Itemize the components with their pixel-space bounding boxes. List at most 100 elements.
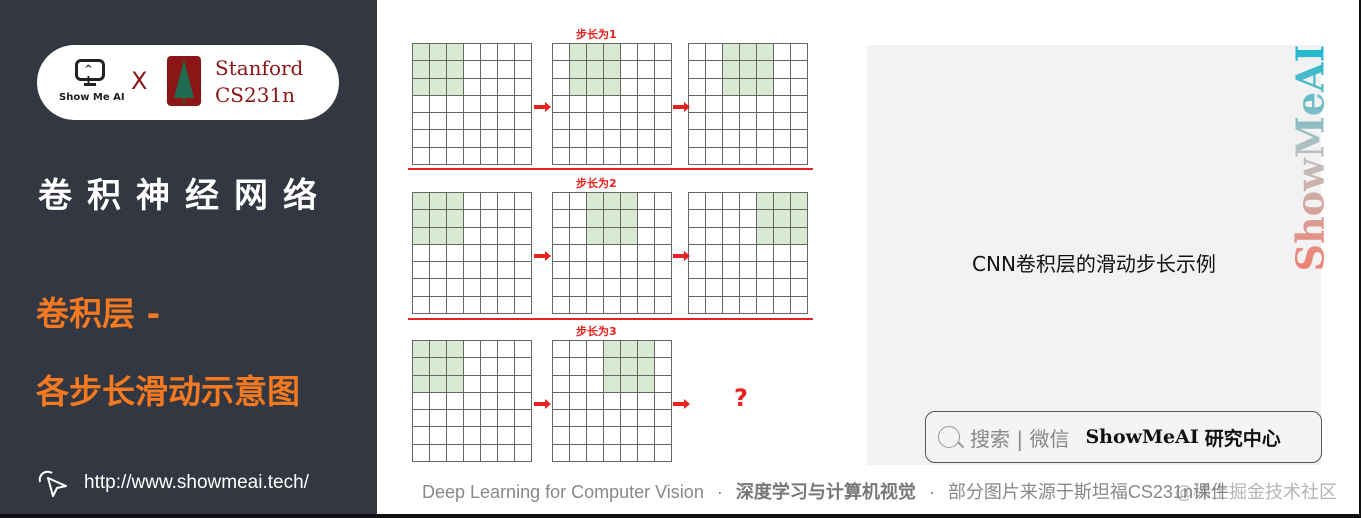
brand-vertical-text: ShowMeAI xyxy=(1287,44,1333,271)
stride-diagram: 步长为1 步长为2 步长为3? xyxy=(400,20,820,470)
grid-cell xyxy=(481,244,498,263)
kernel-cell xyxy=(774,193,791,211)
grid-cell xyxy=(481,44,498,62)
grid-cell xyxy=(498,61,515,79)
grid-cell xyxy=(689,95,706,114)
grid-cell xyxy=(553,262,570,280)
grid-cell xyxy=(430,147,447,165)
grid-cell xyxy=(740,244,757,263)
kernel-cell xyxy=(604,358,621,376)
grid-cell xyxy=(515,358,532,376)
grid-cell xyxy=(757,244,774,263)
grid-cell xyxy=(498,296,515,314)
grid-cell xyxy=(498,210,515,228)
grid-cell xyxy=(498,244,515,263)
grid-cell xyxy=(638,193,655,211)
kernel-cell xyxy=(757,227,774,245)
grid-cell xyxy=(464,410,481,428)
grid-cell xyxy=(498,44,515,62)
grid-cell xyxy=(570,410,587,428)
feature-grid xyxy=(688,192,808,314)
grid-cell xyxy=(621,427,638,445)
grid-cell xyxy=(740,147,757,165)
grid-cell xyxy=(723,193,740,211)
grid-cell xyxy=(638,210,655,228)
grid-cell xyxy=(689,227,706,245)
grid-cell xyxy=(604,113,621,131)
grid-cell xyxy=(723,210,740,228)
kernel-cell xyxy=(757,44,774,62)
grid-cell xyxy=(638,392,655,411)
grid-cell xyxy=(413,130,430,148)
grid-cell xyxy=(430,427,447,445)
grid-cell xyxy=(498,95,515,114)
stride-label: 步长为2 xyxy=(576,177,617,190)
grid-cell xyxy=(553,410,570,428)
grid-cell xyxy=(774,61,791,79)
grid-cell xyxy=(464,392,481,411)
kernel-cell xyxy=(723,61,740,79)
grid-cell xyxy=(774,130,791,148)
grid-cell xyxy=(515,444,532,462)
grid-cell xyxy=(430,444,447,462)
grid-cell xyxy=(587,392,604,411)
grid-cell xyxy=(791,279,808,297)
grid-cell xyxy=(638,444,655,462)
grid-cell xyxy=(638,244,655,263)
grid-cell xyxy=(740,227,757,245)
grid-cell xyxy=(757,147,774,165)
grid-cell xyxy=(774,296,791,314)
grid-cell xyxy=(570,392,587,411)
kernel-cell xyxy=(757,78,774,96)
grid-cell xyxy=(706,78,723,96)
stanford-tree-icon xyxy=(167,56,201,106)
stride-label: 步长为1 xyxy=(576,28,617,41)
grid-cell xyxy=(791,296,808,314)
grid-cell xyxy=(553,279,570,297)
kernel-cell xyxy=(447,210,464,228)
grid-cell xyxy=(587,244,604,263)
kernel-cell xyxy=(604,61,621,79)
grid-cell xyxy=(447,95,464,114)
grid-cell xyxy=(706,95,723,114)
grid-cell xyxy=(587,262,604,280)
kernel-cell xyxy=(604,375,621,393)
feature-grid xyxy=(412,340,532,462)
grid-cell xyxy=(740,210,757,228)
grid-cell xyxy=(430,130,447,148)
grid-cell xyxy=(723,147,740,165)
grid-cell xyxy=(723,279,740,297)
kernel-cell xyxy=(757,61,774,79)
course-title: 卷积神经网络 xyxy=(38,176,332,216)
kernel-cell xyxy=(430,44,447,62)
kernel-cell xyxy=(774,210,791,228)
grid-cell xyxy=(655,61,672,79)
kernel-cell xyxy=(447,61,464,79)
grid-cell xyxy=(621,279,638,297)
kernel-cell xyxy=(413,375,430,393)
grid-cell xyxy=(774,279,791,297)
grid-cell xyxy=(515,227,532,245)
grid-cell xyxy=(638,61,655,79)
section-title-line2: 各步长滑动示意图 xyxy=(36,372,300,411)
kernel-cell xyxy=(413,227,430,245)
grid-cell xyxy=(430,410,447,428)
grid-cell xyxy=(621,410,638,428)
grid-cell xyxy=(430,244,447,263)
stride-label: 步长为3 xyxy=(576,325,617,338)
website-link[interactable]: http://www.showmeai.tech/ xyxy=(36,468,309,498)
kernel-cell xyxy=(413,210,430,228)
kernel-cell xyxy=(430,358,447,376)
website-url[interactable]: http://www.showmeai.tech/ xyxy=(84,472,309,494)
grid-cell xyxy=(481,147,498,165)
caption-panel: CNN卷积层的滑动步长示例 xyxy=(867,45,1321,465)
grid-cell xyxy=(638,262,655,280)
grid-cell xyxy=(774,147,791,165)
grid-cell xyxy=(570,262,587,280)
grid-cell xyxy=(481,95,498,114)
grid-cell xyxy=(430,262,447,280)
grid-cell xyxy=(706,193,723,211)
grid-cell xyxy=(587,375,604,393)
grid-cell xyxy=(655,210,672,228)
grid-cell xyxy=(447,392,464,411)
